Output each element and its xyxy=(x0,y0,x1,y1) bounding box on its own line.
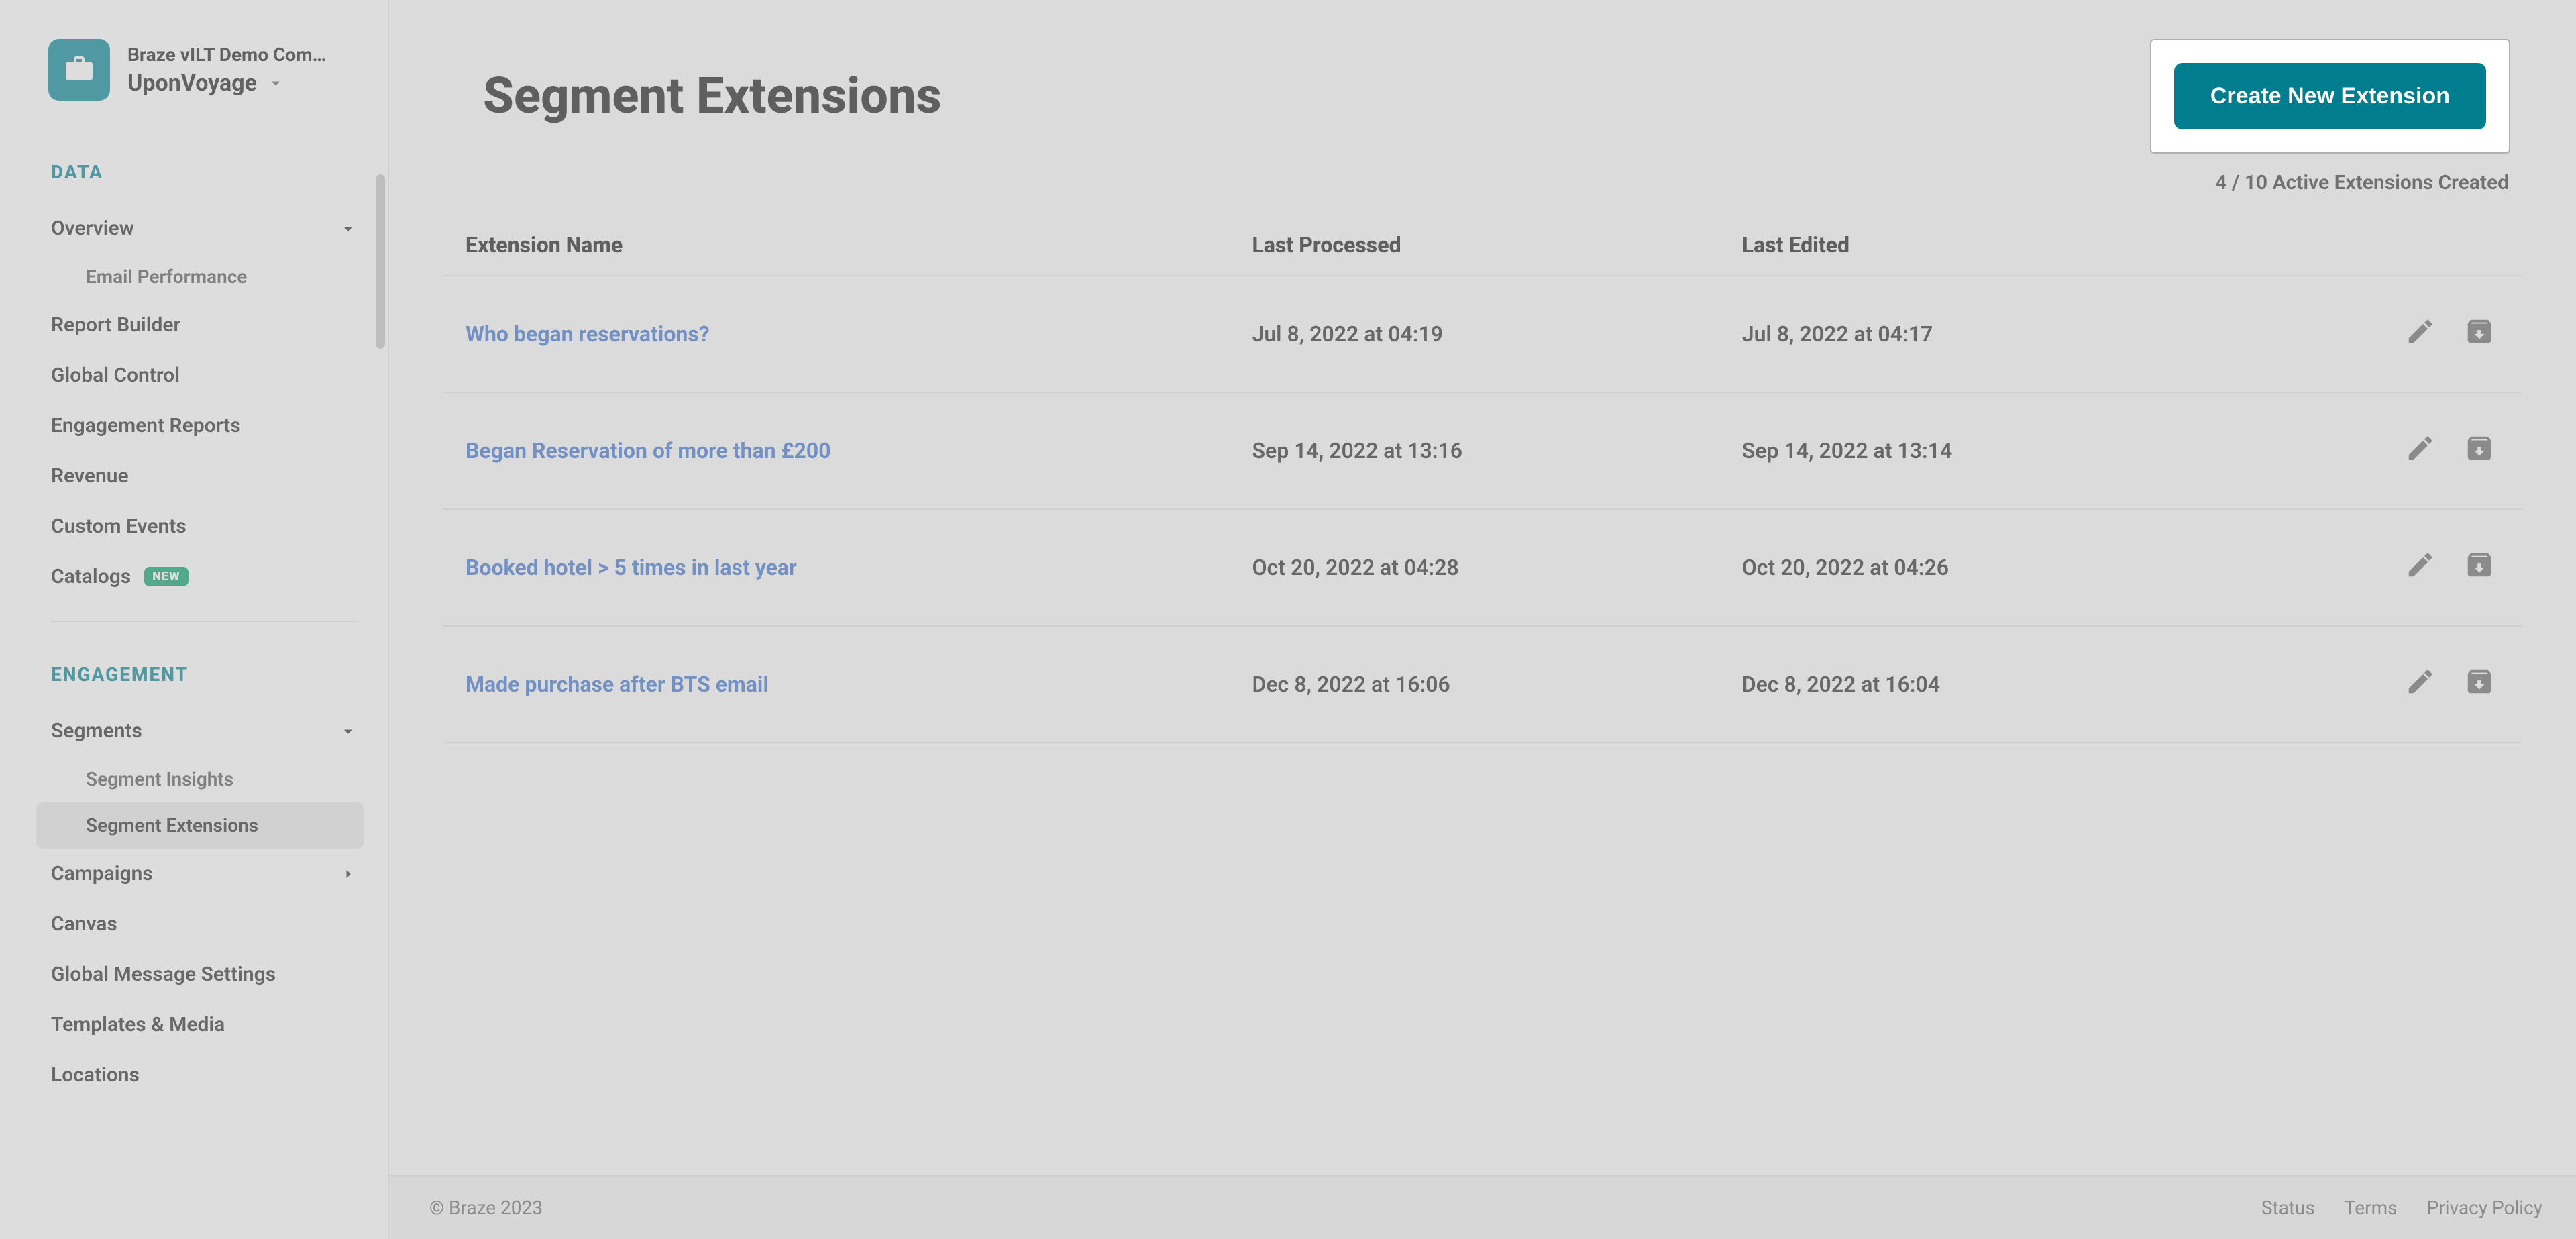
nav-item-global-message-settings[interactable]: Global Message Settings xyxy=(51,949,358,1000)
nav-item-label: Locations xyxy=(51,1063,140,1087)
nav-item-label: Campaigns xyxy=(51,862,153,885)
col-header-last-edited[interactable]: Last Edited xyxy=(1719,215,2209,276)
extensions-table: Extension Name Last Processed Last Edite… xyxy=(443,215,2522,743)
chevron-down-icon xyxy=(338,219,358,239)
extension-name-link[interactable]: Made purchase after BTS email xyxy=(443,626,1229,743)
nav-section-data: DATA Overview Email Performance Report B… xyxy=(0,133,388,635)
chevron-down-icon xyxy=(266,74,285,93)
last-edited-cell: Sep 14, 2022 at 13:14 xyxy=(1719,392,2209,509)
archive-icon xyxy=(2464,316,2495,352)
create-new-extension-button[interactable]: Create New Extension xyxy=(2174,63,2486,129)
archive-button[interactable] xyxy=(2459,314,2500,354)
nav-item-report-builder[interactable]: Report Builder xyxy=(51,300,358,350)
edit-button[interactable] xyxy=(2400,547,2440,588)
nav-item-templates-media[interactable]: Templates & Media xyxy=(51,1000,358,1050)
nav-divider xyxy=(51,621,358,622)
org-briefcase-icon xyxy=(48,39,110,101)
new-badge: NEW xyxy=(144,567,188,586)
nav-section-header-data: DATA xyxy=(51,161,358,183)
org-workspace-label: UponVoyage xyxy=(127,70,257,97)
archive-icon xyxy=(2464,666,2495,702)
nav-item-label: Global Control xyxy=(51,364,180,387)
extension-name-link[interactable]: Began Reservation of more than £200 xyxy=(443,392,1229,509)
nav-subitem-email-performance[interactable]: Email Performance xyxy=(51,254,358,300)
nav-item-global-control[interactable]: Global Control xyxy=(51,350,358,400)
archive-icon xyxy=(2464,549,2495,586)
last-processed-cell: Sep 14, 2022 at 13:16 xyxy=(1229,392,1719,509)
nav-item-locations[interactable]: Locations xyxy=(51,1050,358,1100)
nav-item-catalogs[interactable]: Catalogs NEW xyxy=(51,551,358,602)
archive-icon xyxy=(2464,433,2495,469)
nav-item-revenue[interactable]: Revenue xyxy=(51,451,358,501)
col-header-name[interactable]: Extension Name xyxy=(443,215,1229,276)
org-header[interactable]: Braze vILT Demo Com… UponVoyage xyxy=(0,0,388,133)
create-button-highlight: Create New Extension xyxy=(2151,40,2509,152)
footer-link-privacy[interactable]: Privacy Policy xyxy=(2427,1197,2542,1219)
last-edited-cell: Jul 8, 2022 at 04:17 xyxy=(1719,276,2209,392)
last-processed-cell: Jul 8, 2022 at 04:19 xyxy=(1229,276,1719,392)
last-edited-cell: Dec 8, 2022 at 16:04 xyxy=(1719,626,2209,743)
edit-button[interactable] xyxy=(2400,431,2440,471)
table-row: Made purchase after BTS emailDec 8, 2022… xyxy=(443,626,2522,743)
last-processed-cell: Oct 20, 2022 at 04:28 xyxy=(1229,509,1719,626)
nav-item-label: Segments xyxy=(51,719,142,743)
nav-item-label: Custom Events xyxy=(51,515,186,538)
sidebar-scrollbar[interactable] xyxy=(374,0,385,1239)
col-header-last-processed[interactable]: Last Processed xyxy=(1229,215,1719,276)
edit-button[interactable] xyxy=(2400,314,2440,354)
last-processed-cell: Dec 8, 2022 at 16:06 xyxy=(1229,626,1719,743)
page-title: Segment Extensions xyxy=(483,67,942,125)
table-row: Who began reservations?Jul 8, 2022 at 04… xyxy=(443,276,2522,392)
active-extensions-count: 4 / 10 Active Extensions Created xyxy=(389,166,2576,215)
extension-name-link[interactable]: Booked hotel > 5 times in last year xyxy=(443,509,1229,626)
nav-subitem-segment-insights[interactable]: Segment Insights xyxy=(51,756,358,802)
footer-link-status[interactable]: Status xyxy=(2261,1197,2315,1219)
footer-copyright: © Braze 2023 xyxy=(429,1197,543,1219)
nav-item-label: Catalogs xyxy=(51,565,131,588)
footer-link-terms[interactable]: Terms xyxy=(2345,1197,2398,1219)
nav-item-label: Engagement Reports xyxy=(51,414,241,437)
nav-item-canvas[interactable]: Canvas xyxy=(51,899,358,949)
last-edited-cell: Oct 20, 2022 at 04:26 xyxy=(1719,509,2209,626)
nav-subitem-segment-extensions[interactable]: Segment Extensions xyxy=(36,802,364,849)
table-row: Began Reservation of more than £200Sep 1… xyxy=(443,392,2522,509)
chevron-down-icon xyxy=(338,721,358,741)
chevron-right-icon xyxy=(338,864,358,884)
nav-item-custom-events[interactable]: Custom Events xyxy=(51,501,358,551)
nav-item-campaigns[interactable]: Campaigns xyxy=(51,849,358,899)
archive-button[interactable] xyxy=(2459,547,2500,588)
footer: © Braze 2023 Status Terms Privacy Policy xyxy=(389,1175,2576,1239)
pencil-icon xyxy=(2405,549,2436,586)
nav-item-label: Canvas xyxy=(51,912,117,936)
nav-item-label: Overview xyxy=(51,217,134,240)
nav-item-label: Revenue xyxy=(51,464,129,488)
nav-section-header-engagement: ENGAGEMENT xyxy=(51,663,358,686)
nav-item-label: Report Builder xyxy=(51,313,180,337)
main-content: Segment Extensions Create New Extension … xyxy=(389,0,2576,1239)
pencil-icon xyxy=(2405,666,2436,702)
sidebar: Braze vILT Demo Com… UponVoyage DATA Ove… xyxy=(0,0,389,1239)
nav-item-engagement-reports[interactable]: Engagement Reports xyxy=(51,400,358,451)
org-company-label: Braze vILT Demo Com… xyxy=(127,44,326,66)
nav-item-overview[interactable]: Overview xyxy=(51,203,358,254)
archive-button[interactable] xyxy=(2459,431,2500,471)
table-row: Booked hotel > 5 times in last yearOct 2… xyxy=(443,509,2522,626)
nav-item-label: Global Message Settings xyxy=(51,963,276,986)
edit-button[interactable] xyxy=(2400,664,2440,704)
extension-name-link[interactable]: Who began reservations? xyxy=(443,276,1229,392)
pencil-icon xyxy=(2405,433,2436,469)
col-header-actions xyxy=(2209,215,2522,276)
pencil-icon xyxy=(2405,316,2436,352)
sidebar-scrollbar-thumb[interactable] xyxy=(376,174,385,349)
nav-item-label: Templates & Media xyxy=(51,1013,225,1036)
nav-section-engagement: ENGAGEMENT Segments Segment Insights Seg… xyxy=(0,635,388,1114)
nav-item-segments[interactable]: Segments xyxy=(51,706,358,756)
archive-button[interactable] xyxy=(2459,664,2500,704)
